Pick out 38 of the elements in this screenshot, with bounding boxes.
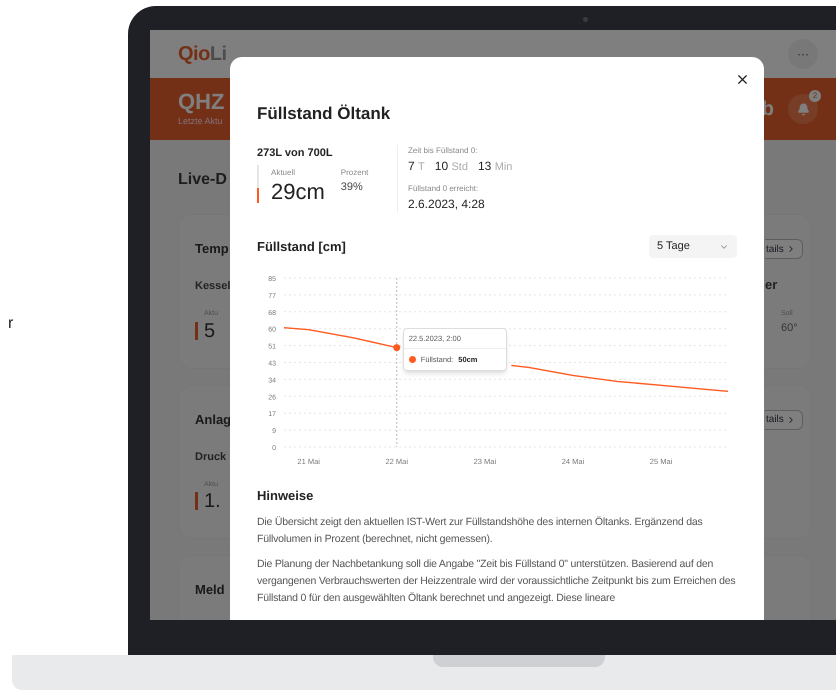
card-title: Anlag — [195, 412, 232, 426]
dialog-title: Füllstand Öltank — [257, 103, 392, 125]
notes-title: Hinweise — [257, 487, 314, 505]
current-value: 29cm — [271, 179, 325, 205]
row-label: Druck — [195, 450, 226, 462]
notes-paragraph: Die Übersicht zeigt den aktuellen IST-Wert zur Füllstandshöhe des internen Öltanks. Ergänzend das Füllvolumen in Prozent (berechnet, nicht gemessen). — [257, 514, 704, 546]
details-button[interactable]: tails — [765, 410, 803, 430]
banner-title: QHZ — [178, 89, 224, 116]
volume-text: 273L von 700L — [257, 146, 334, 160]
section-title: Live-D — [178, 170, 227, 190]
current-label: Aktuell — [271, 167, 296, 179]
card-title: Temp — [195, 241, 229, 256]
time-value: 7 T — [408, 158, 425, 174]
card-title: Meld — [195, 582, 225, 597]
time-value: 13 Min — [478, 158, 512, 174]
chart-title: Füllstand [cm] — [257, 238, 346, 256]
value-text: 5 — [204, 320, 216, 342]
bell-icon — [796, 102, 810, 116]
gauge-marker — [195, 492, 198, 510]
empty-date-label: Füllstand 0 erreicht: — [408, 183, 480, 195]
gauge-marker — [195, 322, 198, 340]
empty-date-value: 2.6.2023, 4:28 — [408, 196, 486, 213]
time-value: 10 Std — [434, 158, 468, 174]
time-label: Zeit bis Füllstand 0: — [408, 144, 478, 156]
data-point — [393, 344, 400, 352]
value-text: 60° — [781, 320, 798, 336]
row-label: er — [765, 276, 778, 294]
stray-letter: r — [8, 315, 14, 332]
details-button[interactable]: tails — [765, 239, 803, 259]
range-select[interactable]: 5 Tage — [649, 235, 737, 258]
banner-subtitle: Letzte Aktu — [178, 115, 224, 128]
percent-label: Prozent — [340, 167, 368, 179]
value-text: 1. — [204, 490, 221, 512]
menu-button[interactable]: ··· — [788, 39, 818, 69]
notification-badge: 2 — [809, 90, 821, 102]
notes-paragraph: Die Planung der Nachbetankung soll die Angabe "Zeit bis Füllstand 0" unterstützen. Basierend auf den vergangenen Verbrauchswerten der Heizzentrale wird der voraussichtliche Zeitpunkt bis zum Erreichen des Füllstand 0 für den ausgewählten Öltank berechnet und angezeigt. Diese lineare — [257, 556, 736, 606]
percent-value: 39% — [340, 180, 364, 195]
row-label: Kessel — [195, 280, 230, 292]
